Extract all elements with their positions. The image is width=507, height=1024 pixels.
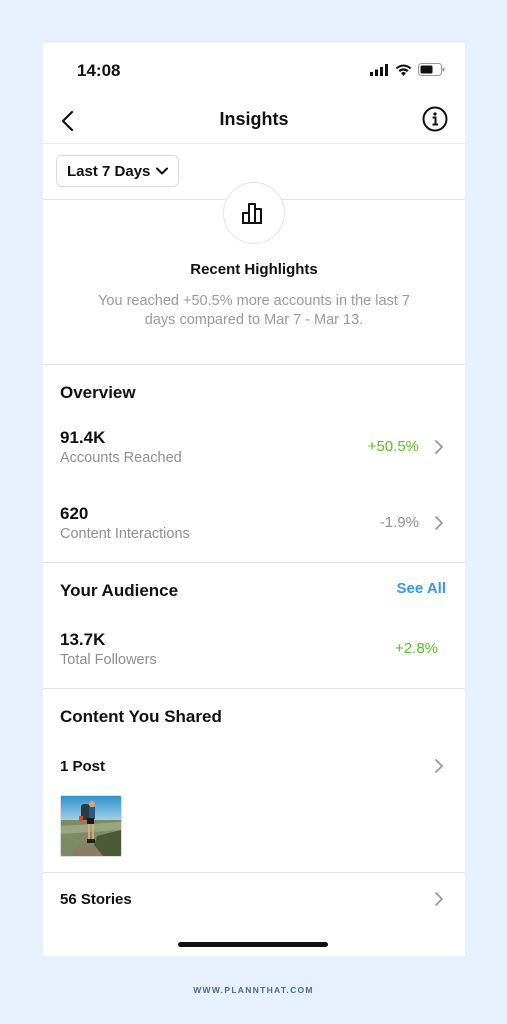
divider — [43, 688, 465, 689]
recent-highlights-card: Recent Highlights You reached +50.5% mor… — [43, 182, 465, 365]
post-thumbnail[interactable] — [60, 795, 122, 857]
highlights-text: You reached +50.5% more accounts in the … — [98, 293, 410, 328]
battery-icon — [418, 63, 445, 76]
bar-chart-icon — [242, 203, 262, 224]
see-all-link[interactable]: See All — [397, 580, 446, 597]
nav-bar: Insights — [43, 99, 465, 144]
metric-value: 13.7K — [60, 630, 106, 649]
metric-change: +50.5% — [367, 438, 419, 455]
metric-content-interactions[interactable]: 620 Content Interactions -1.9% — [60, 504, 445, 548]
divider — [43, 872, 465, 873]
cellular-signal-icon — [370, 63, 388, 76]
info-icon[interactable] — [421, 105, 449, 133]
chevron-right-icon — [435, 516, 443, 530]
metric-change: +2.8% — [395, 640, 438, 657]
footer-url: WWW.PLANNTHAT.COM — [193, 985, 314, 995]
date-range-label: Last 7 Days — [67, 162, 151, 180]
page-title: Insights — [219, 109, 289, 129]
overview-title: Overview — [60, 383, 136, 402]
audience-title: Your Audience — [60, 581, 179, 600]
metric-total-followers[interactable]: 13.7K Total Followers +2.8% — [60, 630, 445, 674]
metric-label: Total Followers — [60, 652, 157, 668]
divider — [43, 562, 465, 563]
home-indicator[interactable] — [178, 942, 328, 947]
chevron-right-icon[interactable] — [433, 757, 445, 775]
phone-screen: 14:08 Insights Last 7 Days Recent Highli… — [43, 43, 465, 956]
highlights-title: Recent Highlights — [190, 261, 318, 278]
hiker-photo — [61, 796, 121, 856]
chevron-right-icon[interactable] — [433, 890, 445, 908]
status-bar: 14:08 — [43, 43, 465, 99]
chevron-down-icon — [156, 167, 169, 175]
wifi-icon — [395, 64, 412, 76]
metric-accounts-reached[interactable]: 91.4K Accounts Reached +50.5% — [60, 428, 445, 472]
status-time: 14:08 — [77, 61, 121, 80]
content-title: Content You Shared — [60, 707, 222, 726]
stories-row-label[interactable]: 56 Stories — [60, 891, 132, 908]
metric-change: -1.9% — [379, 514, 419, 531]
chevron-right-icon — [435, 440, 443, 454]
posts-row-label[interactable]: 1 Post — [60, 758, 105, 775]
date-range-dropdown[interactable]: Last 7 Days — [56, 155, 180, 187]
